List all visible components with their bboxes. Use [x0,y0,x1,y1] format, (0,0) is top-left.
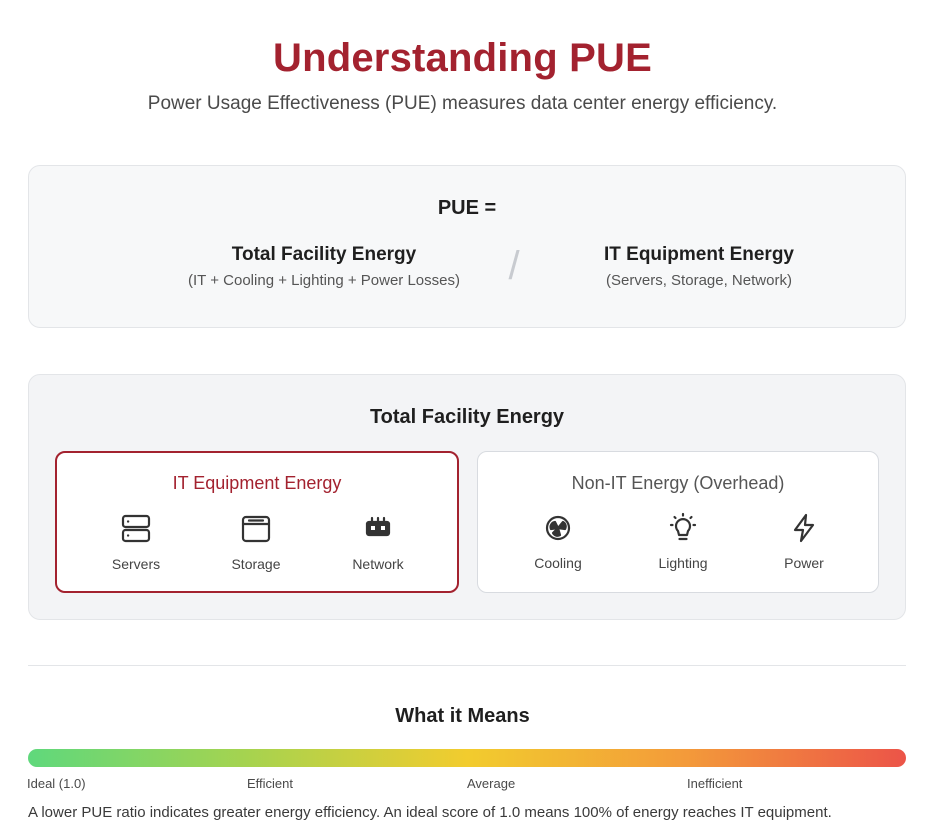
item-label: Lighting [658,555,708,571]
pue-scale-bar [28,749,906,767]
storage-icon [241,515,271,543]
formula-numerator: Total Facility Energy (IT + Cooling + Li… [154,244,494,289]
non-it-energy-card: Non-IT Energy (Overhead) Cooling Lightin… [477,451,879,593]
item-label: Network [352,556,404,572]
scale-label-inefficient: Inefficient [687,776,743,791]
item-power: Power [749,512,859,571]
item-label: Power [784,555,824,571]
section-divider [28,665,906,666]
item-network: Network [323,513,433,572]
item-servers: Servers [81,513,191,572]
server-icon [121,514,151,543]
it-card-title: IT Equipment Energy [172,473,342,493]
numerator-note: (IT + Cooling + Lighting + Power Losses) [188,272,460,289]
item-lighting: Lighting [628,512,738,571]
scale-label-ideal: Ideal (1.0) [27,776,86,791]
fan-icon [545,515,571,541]
lightbulb-icon [669,512,697,541]
breakdown-title: Total Facility Energy [369,406,565,428]
item-cooling: Cooling [503,512,613,571]
denominator-name: IT Equipment Energy [603,244,795,265]
what-it-means-title: What it Means [395,705,530,727]
scale-label-efficient: Efficient [247,776,294,791]
network-icon [365,516,391,537]
non-it-card-title: Non-IT Energy (Overhead) [571,473,785,493]
formula-denominator: IT Equipment Energy (Servers, Storage, N… [539,244,859,289]
lightning-icon [793,513,815,543]
energy-breakdown-panel: Total Facility Energy IT Equipment Energ… [28,374,906,620]
item-label: Servers [111,556,161,572]
scale-label-average: Average [467,776,516,791]
item-storage: Storage [201,513,311,572]
division-slash: / [508,244,520,288]
pue-formula-panel: PUE = Total Facility Energy (IT + Coolin… [28,165,906,328]
numerator-name: Total Facility Energy [231,244,417,265]
page-title: Understanding PUE [273,36,652,80]
meaning-note: A lower PUE ratio indicates greater ener… [28,804,832,821]
item-label: Storage [231,556,281,572]
item-label: Cooling [534,555,582,571]
it-equipment-card: IT Equipment Energy Servers Storage Netw… [55,451,459,593]
formula-label: PUE = [437,197,497,219]
page-subtitle: Power Usage Effectiveness (PUE) measures… [147,93,778,114]
denominator-note: (Servers, Storage, Network) [606,272,792,289]
